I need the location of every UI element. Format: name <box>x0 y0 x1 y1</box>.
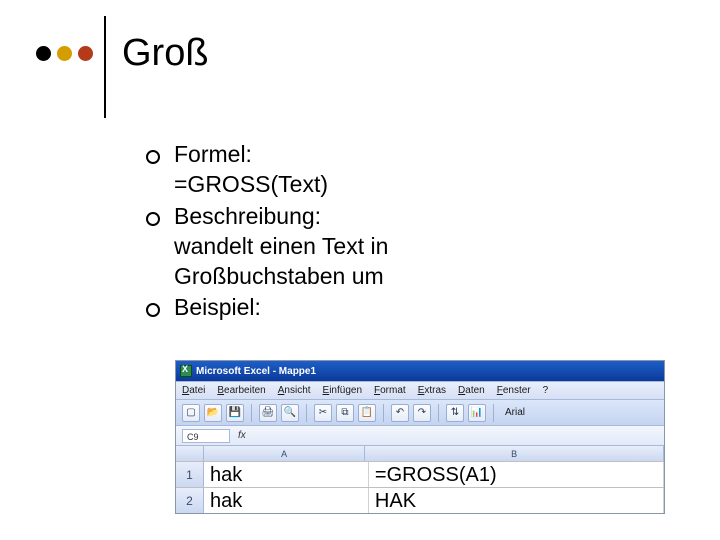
menu-item[interactable]: Extras <box>418 385 446 396</box>
excel-window-title: Microsoft Excel - Mappe1 <box>196 366 316 377</box>
excel-icon <box>180 365 192 377</box>
column-header-a[interactable]: A <box>204 446 365 461</box>
menu-item[interactable]: Fenster <box>497 385 531 396</box>
bullet-beschreibung: Beschreibung: wandelt einen Text in Groß… <box>146 202 566 292</box>
bullet-formel: Formel: =GROSS(Text) <box>146 140 566 200</box>
excel-formula-bar: C9 fx <box>176 425 664 445</box>
chart-icon[interactable]: 📊 <box>468 404 486 422</box>
row-header[interactable]: 1 <box>176 462 204 487</box>
font-name-label[interactable]: Arial <box>505 407 525 418</box>
bullet-beispiel: Beispiel: <box>146 293 566 323</box>
excel-screenshot: Microsoft Excel - Mappe1 Datei Bearbeite… <box>175 360 665 514</box>
toolbar-separator <box>251 404 252 422</box>
page-title: Groß <box>122 32 209 75</box>
toolbar-separator <box>383 404 384 422</box>
fx-icon[interactable]: fx <box>238 430 246 441</box>
print-icon[interactable]: 🖨 <box>259 404 277 422</box>
copy-icon[interactable]: ⧉ <box>336 404 354 422</box>
table-row: 2 hak HAK <box>176 487 664 513</box>
slide: Groß Formel: =GROSS(Text) Beschreibung: … <box>0 0 720 540</box>
menu-item[interactable]: Ansicht <box>278 385 311 396</box>
decorative-dots <box>36 46 93 61</box>
menu-item[interactable]: Format <box>374 385 406 396</box>
toolbar-separator <box>493 404 494 422</box>
paste-icon[interactable]: 📋 <box>358 404 376 422</box>
dot-icon <box>78 46 93 61</box>
excel-menubar: Datei Bearbeiten Ansicht Einfügen Format… <box>176 381 664 399</box>
open-file-icon[interactable]: 📂 <box>204 404 222 422</box>
toolbar-separator <box>306 404 307 422</box>
bullet-label: Beschreibung: <box>174 203 321 229</box>
menu-item[interactable]: ? <box>543 385 549 396</box>
excel-column-headers: A B <box>176 445 664 461</box>
column-header-b[interactable]: B <box>365 446 664 461</box>
bullet-value: wandelt einen Text in Großbuchstaben um <box>174 232 566 292</box>
excel-titlebar: Microsoft Excel - Mappe1 <box>176 361 664 381</box>
excel-toolbar: ▢ 📂 💾 🖨 🔍 ✂ ⧉ 📋 ↶ ↷ ⇅ 📊 Arial <box>176 399 664 425</box>
table-row: 1 hak =GROSS(A1) <box>176 461 664 487</box>
menu-item[interactable]: Daten <box>458 385 485 396</box>
dot-icon <box>57 46 72 61</box>
menu-item[interactable]: Einfügen <box>323 385 362 396</box>
save-icon[interactable]: 💾 <box>226 404 244 422</box>
content-area: Formel: =GROSS(Text) Beschreibung: wande… <box>146 140 566 325</box>
select-all-corner[interactable] <box>176 446 204 461</box>
cut-icon[interactable]: ✂ <box>314 404 332 422</box>
cell-reference-box[interactable]: C9 <box>182 429 230 443</box>
sort-icon[interactable]: ⇅ <box>446 404 464 422</box>
bullet-label: Formel: <box>174 141 252 167</box>
toolbar-separator <box>438 404 439 422</box>
cell-a1[interactable]: hak <box>204 462 369 487</box>
dot-icon <box>36 46 51 61</box>
bullet-value: =GROSS(Text) <box>174 170 566 200</box>
undo-icon[interactable]: ↶ <box>391 404 409 422</box>
redo-icon[interactable]: ↷ <box>413 404 431 422</box>
row-header[interactable]: 2 <box>176 488 204 513</box>
new-file-icon[interactable]: ▢ <box>182 404 200 422</box>
bullet-label: Beispiel: <box>174 294 261 320</box>
cell-b2[interactable]: HAK <box>369 488 664 513</box>
bullet-list: Formel: =GROSS(Text) Beschreibung: wande… <box>146 140 566 323</box>
preview-icon[interactable]: 🔍 <box>281 404 299 422</box>
menu-item[interactable]: Bearbeiten <box>217 385 265 396</box>
cell-b1[interactable]: =GROSS(A1) <box>369 462 664 487</box>
cell-a2[interactable]: hak <box>204 488 369 513</box>
menu-item[interactable]: Datei <box>182 385 205 396</box>
vertical-divider <box>104 16 106 118</box>
